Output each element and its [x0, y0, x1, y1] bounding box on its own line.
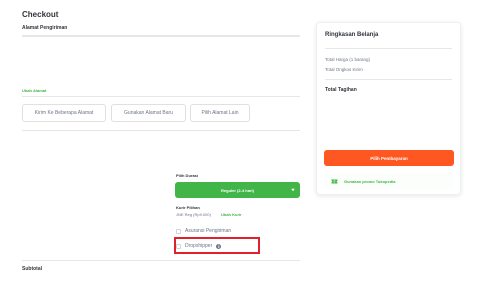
change-address-link[interactable]: Ubah Alamat: [22, 88, 46, 93]
ticket-icon: [331, 179, 338, 183]
summary-title: Ringkasan Belanja: [325, 32, 379, 38]
change-courier-link[interactable]: Ubah Kurir: [221, 212, 242, 217]
total-shipping-label: Total Ongkos Kirim: [325, 67, 363, 72]
duration-select[interactable]: Reguler (2-4 hari): [175, 182, 300, 198]
divider: [22, 96, 300, 97]
total-bill-label: Total Tagihan: [325, 87, 357, 93]
choose-payment-button[interactable]: Pilih Pembayaran: [324, 150, 454, 166]
divider: [22, 35, 300, 37]
promo-banner[interactable]: Gunakan promo Tokopedia: [324, 173, 454, 189]
duration-label: Pilih Durasi: [176, 173, 199, 178]
dropshipper-highlight: [174, 237, 260, 254]
courier-value: JNE Reg (Rp9.000): [176, 212, 211, 217]
divider: [325, 79, 452, 80]
divider: [22, 260, 300, 261]
insurance-option[interactable]: Asuransi Pengiriman: [176, 228, 231, 234]
page-title: Checkout: [22, 10, 59, 19]
divider: [325, 48, 452, 49]
order-summary-card: Ringkasan Belanja Total Harga (1 barang)…: [316, 22, 461, 195]
courier-label: Kurir Pilihan: [176, 205, 200, 210]
insurance-checkbox[interactable]: [176, 228, 181, 234]
duration-value: Reguler (2-4 hari): [221, 187, 254, 193]
promo-text: Gunakan promo Tokopedia: [344, 178, 396, 184]
shipping-address-title: Alamat Pengiriman: [22, 25, 68, 31]
subtotal-label: Subtotal: [22, 266, 42, 272]
divider: [22, 130, 300, 131]
ship-multiple-addresses-button[interactable]: Kirim Ke Beberapa Alamat: [22, 104, 106, 122]
total-price-label: Total Harga (1 barang): [325, 57, 371, 62]
chevron-down-icon: [291, 188, 295, 192]
use-new-address-button[interactable]: Gunakan Alamat Baru: [111, 104, 186, 122]
insurance-label: Asuransi Pengiriman: [185, 228, 232, 234]
choose-other-address-button[interactable]: Pilih Alamat Lain: [190, 104, 250, 122]
